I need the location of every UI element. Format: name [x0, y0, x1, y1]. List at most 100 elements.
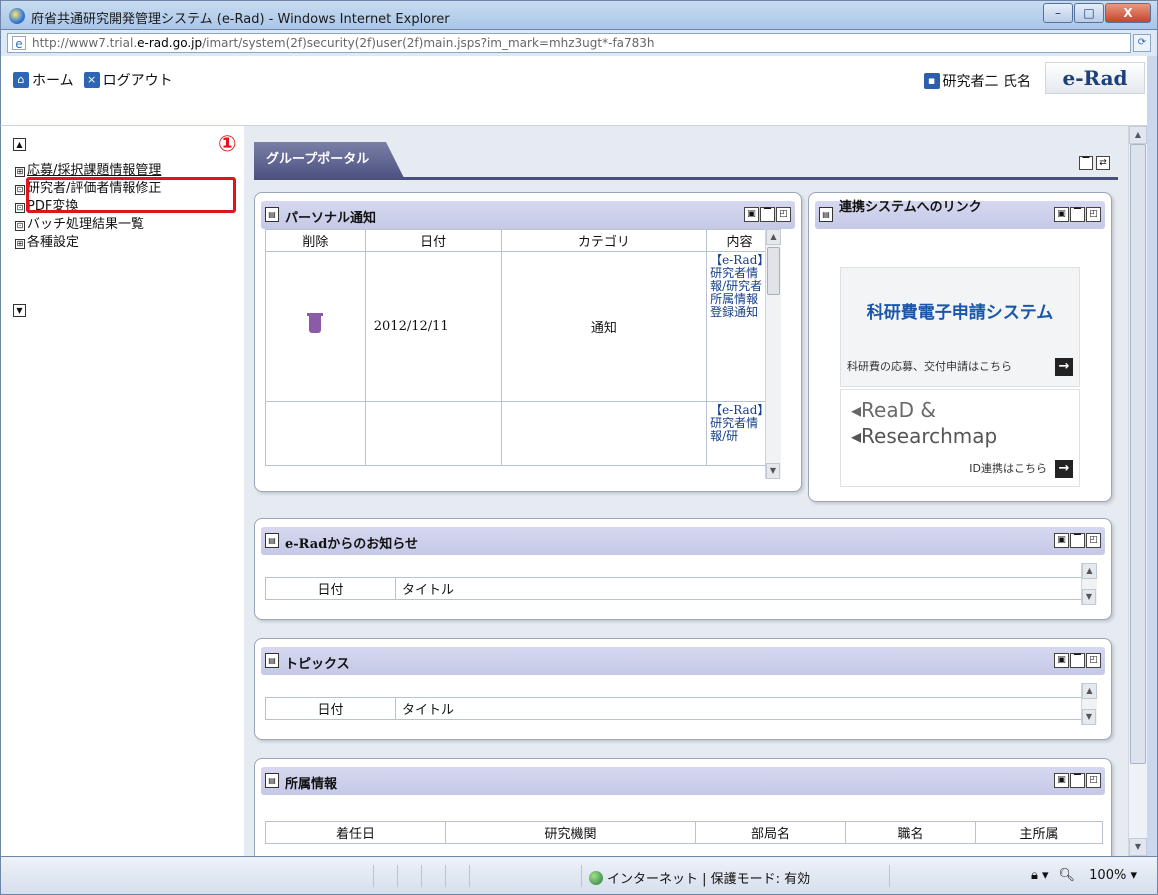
minimize-all-icon[interactable]: ▔ — [1079, 156, 1093, 170]
panel-minimize-icon[interactable]: ▔ — [1070, 207, 1085, 222]
panel-title: e-Radからのお知らせ — [285, 537, 419, 552]
status-right: 🔒︎ ▾ 🔍︎ 100% ▾ — [1021, 868, 1137, 883]
researchmap-title: ◂Researchmap — [851, 424, 998, 448]
page-scroll-up-icon[interactable]: ▲ — [1129, 126, 1147, 144]
maximize-button[interactable]: □ — [1074, 3, 1104, 23]
panel-icon: ▤ — [265, 773, 279, 788]
home-link[interactable]: ⌂ ホーム — [13, 70, 74, 90]
panel-controls: ▣ ▔ ◰ — [1053, 533, 1101, 548]
kaken-banner[interactable]: 科研費電子申請システム 科研費の応募、交付申請はこちら → — [840, 267, 1080, 387]
minimize-button[interactable]: – — [1043, 3, 1073, 23]
notice-content-cell[interactable]: 【e-Rad】研究者情報/研究者所属情報登録通知 — [706, 251, 773, 402]
scroll-up-icon[interactable]: ▲ — [1082, 563, 1097, 579]
news-scrollbar[interactable]: ▲ ▼ — [1081, 563, 1097, 605]
window-titlebar: 府省共通研究開発管理システム (e-Rad) - Windows Interne… — [0, 0, 1158, 30]
notice-scrollbar[interactable]: ▲ ▼ — [765, 229, 781, 479]
page-scrollbar[interactable]: ▲ ▼ — [1128, 126, 1147, 856]
panel-icon: ▤ — [265, 533, 279, 548]
panel-icon: ▤ — [819, 207, 833, 222]
panel-header: ▤ パーソナル通知 ▣ ▔ ◰ — [261, 201, 795, 229]
panel-maximize-icon[interactable]: ◰ — [1086, 207, 1101, 222]
kaken-subtitle: 科研費の応募、交付申請はこちら — [847, 360, 1012, 373]
panel-header: ▤ トピックス ▣ ▔ ◰ — [261, 647, 1105, 675]
delete-cell — [265, 251, 366, 402]
panel-maximize-icon[interactable]: ◰ — [1086, 773, 1101, 788]
table-row: 2012/12/11 通知 【e-Rad】研究者情報/研究者所属情報登録通知 — [265, 251, 773, 402]
researchmap-banner[interactable]: ◂ReaD & ◂Researchmap ID連携はこちら → — [840, 389, 1080, 487]
collapse-down-icon[interactable]: ▼ — [13, 304, 26, 317]
topics-table: 日付 タイトル — [265, 697, 1083, 720]
logout-icon: × — [83, 72, 100, 88]
collapse-up-icon[interactable]: ▲ — [13, 138, 26, 151]
scroll-down-icon[interactable]: ▼ — [1082, 709, 1096, 725]
panel-title: トピックス — [285, 657, 350, 672]
top-nav: ⌂ ホーム × ログアウト — [13, 70, 183, 90]
globe-icon — [589, 870, 603, 885]
status-bar: インターネット | 保護モード: 有効 🔒︎ ▾ 🔍︎ 100% ▾ — [0, 856, 1158, 895]
arrow-right-icon[interactable]: → — [1055, 358, 1073, 376]
erad-news-table: 日付 タイトル — [265, 577, 1083, 600]
refresh-icon[interactable]: ⟳ — [1133, 34, 1151, 52]
step-callout: ① — [218, 132, 237, 157]
page-icon: e — [12, 36, 26, 51]
panel-controls: ▣ ▔ ◰ — [1053, 773, 1101, 788]
panel-menu-icon[interactable]: ▣ — [1054, 533, 1069, 548]
panel-header: ▤ e-Radからのお知らせ ▣ ▔ ◰ — [261, 527, 1105, 555]
app-header: ⌂ ホーム × ログアウト ▪ 研究者二 氏名 e-Rad — [0, 56, 1158, 126]
panel-controls: ▣ ▔ ◰ — [1053, 207, 1101, 222]
portal-controls: ▔ ⇄ — [1076, 156, 1110, 170]
panel-minimize-icon[interactable]: ▔ — [1070, 533, 1085, 548]
panel-maximize-icon[interactable]: ◰ — [776, 207, 791, 222]
highlight-box — [26, 177, 236, 213]
page-scroll-thumb[interactable] — [1130, 144, 1146, 764]
scroll-thumb[interactable] — [767, 247, 780, 295]
user-icon: ▪ — [923, 73, 940, 89]
panel-menu-icon[interactable]: ▣ — [744, 207, 759, 222]
panel-title: パーソナル通知 — [285, 211, 377, 226]
sidebar-item-batch[interactable]: ⊡ バッチ処理結果一覧 — [15, 216, 161, 234]
panel-controls: ▣ ▔ ◰ — [743, 207, 791, 222]
panel-controls: ▣ ▔ ◰ — [1053, 653, 1101, 668]
panel-minimize-icon[interactable]: ▔ — [1070, 773, 1085, 788]
scroll-up-icon[interactable]: ▲ — [766, 229, 781, 245]
scroll-down-icon[interactable]: ▼ — [1082, 589, 1096, 605]
url-field[interactable]: e http://www7.trial.e-rad.go.jp/imart/sy… — [7, 33, 1131, 53]
page-scroll-down-icon[interactable]: ▼ — [1129, 838, 1147, 856]
security-zone[interactable]: インターネット | 保護モード: 有効 — [589, 868, 810, 887]
panel-minimize-icon[interactable]: ▔ — [760, 207, 775, 222]
table-header-row: 削除 日付 カテゴリ 内容 — [265, 229, 773, 252]
scroll-up-icon[interactable]: ▲ — [1082, 683, 1097, 699]
close-button[interactable]: X — [1105, 3, 1151, 23]
tab-group-portal[interactable]: グループポータル — [254, 142, 404, 178]
read-subtitle: ID連携はこちら — [969, 462, 1047, 475]
topics-scrollbar[interactable]: ▲ ▼ — [1081, 683, 1097, 725]
refresh-portal-icon[interactable]: ⇄ — [1096, 156, 1110, 170]
table-header-row: 日付 タイトル — [265, 577, 1083, 600]
zoom-control[interactable]: 🔍︎ 100% ▾ — [1059, 868, 1137, 883]
panel-menu-icon[interactable]: ▣ — [1054, 653, 1069, 668]
read-title: ◂ReaD & — [851, 398, 936, 422]
url-text[interactable]: http://www7.trial.e-rad.go.jp/imart/syst… — [32, 36, 655, 50]
panel-minimize-icon[interactable]: ▔ — [1070, 653, 1085, 668]
logout-link[interactable]: × ログアウト — [83, 70, 173, 90]
personal-notice-table: 削除 日付 カテゴリ 内容 2012/12/11 通知 【e-Rad】研究者情報… — [265, 229, 773, 466]
arrow-right-icon[interactable]: → — [1055, 460, 1073, 478]
portal-tabbar: グループポータル ▔ ⇄ — [254, 142, 1118, 180]
panel-menu-icon[interactable]: ▣ — [1054, 773, 1069, 788]
affiliation-panel: ▤ 所属情報 ▣ ▔ ◰ 着任日 研究機関 部局名 職名 主所属 — [254, 758, 1112, 868]
protected-mode-icon[interactable]: 🔒︎ ▾ — [1031, 868, 1049, 883]
topics-panel: ▤ トピックス ▣ ▔ ◰ 日付 タイトル ▲ ▼ — [254, 638, 1112, 740]
erad-logo: e-Rad — [1045, 62, 1145, 94]
trash-icon[interactable] — [307, 313, 324, 333]
table-header-row: 着任日 研究機関 部局名 職名 主所属 — [265, 821, 1103, 844]
affiliation-table: 着任日 研究機関 部局名 職名 主所属 — [265, 821, 1103, 844]
kaken-title: 科研費電子申請システム — [866, 303, 1054, 323]
panel-menu-icon[interactable]: ▣ — [1054, 207, 1069, 222]
panel-maximize-icon[interactable]: ◰ — [1086, 533, 1101, 548]
scroll-down-icon[interactable]: ▼ — [766, 463, 780, 479]
panel-maximize-icon[interactable]: ◰ — [1086, 653, 1101, 668]
window-frame-right — [1147, 56, 1158, 856]
table-row: 【e-Rad】研究者情報/研 — [265, 401, 773, 466]
panel-title: 所属情報 — [285, 777, 338, 792]
sidebar-item-settings[interactable]: ⊞ 各種設定 — [15, 234, 161, 252]
